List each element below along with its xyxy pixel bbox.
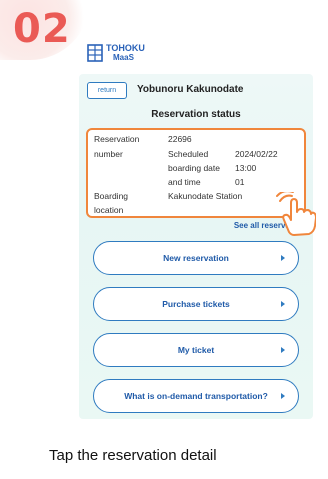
reservation-number-value: 22696 (168, 134, 192, 144)
tohoku-maas-logo: TOHOKU MaaS (87, 40, 145, 66)
scheduled-label-3: and time (168, 177, 201, 187)
chevron-right-icon (281, 347, 285, 353)
app-title: Yobunoru Kakunodate (137, 84, 244, 95)
logo-line-2: MaaS (113, 53, 134, 62)
new-reservation-button[interactable]: New reservation (93, 241, 299, 275)
on-demand-info-button[interactable]: What is on-demand transportation? (93, 379, 299, 413)
phone-screen: return Yobunoru Kakunodate Reservation s… (79, 74, 313, 419)
boarding-location-label-2: location (94, 205, 124, 215)
boarding-time-value: 13:00 (235, 163, 257, 173)
reservation-status-title: Reservation status (151, 109, 241, 120)
purchase-tickets-label: Purchase tickets (162, 299, 230, 309)
my-ticket-button[interactable]: My ticket (93, 333, 299, 367)
tap-hand-icon (276, 192, 316, 236)
boarding-location-label-1: Boarding (94, 191, 129, 201)
reservation-number-label-1: Reservation (94, 134, 140, 144)
instruction-caption: Tap the reservation detail (49, 447, 217, 464)
logo-text: TOHOKU MaaS (106, 43, 145, 63)
reservation-detail-card[interactable]: Reservation number 22696 Scheduled board… (86, 128, 306, 218)
step-number: 02 (13, 6, 71, 52)
purchase-tickets-button[interactable]: Purchase tickets (93, 287, 299, 321)
logo-line-1: TOHOKU (106, 43, 145, 53)
on-demand-info-label: What is on-demand transportation? (124, 391, 268, 401)
scheduled-label-2: boarding date (168, 163, 220, 173)
my-ticket-label: My ticket (177, 345, 215, 355)
chevron-right-icon (281, 255, 285, 261)
boarding-date-value: 2024/02/22 (235, 149, 278, 159)
return-button[interactable]: return (87, 82, 127, 99)
new-reservation-label: New reservation (163, 253, 229, 263)
chevron-right-icon (281, 301, 285, 307)
reservation-number-label-2: number (94, 149, 123, 159)
chevron-right-icon (281, 393, 285, 399)
building-grid-icon (87, 44, 103, 62)
scheduled-label-1: Scheduled (168, 149, 209, 159)
passenger-count-value: 01 (235, 177, 245, 187)
boarding-location-value: Kakunodate Station (168, 191, 243, 201)
